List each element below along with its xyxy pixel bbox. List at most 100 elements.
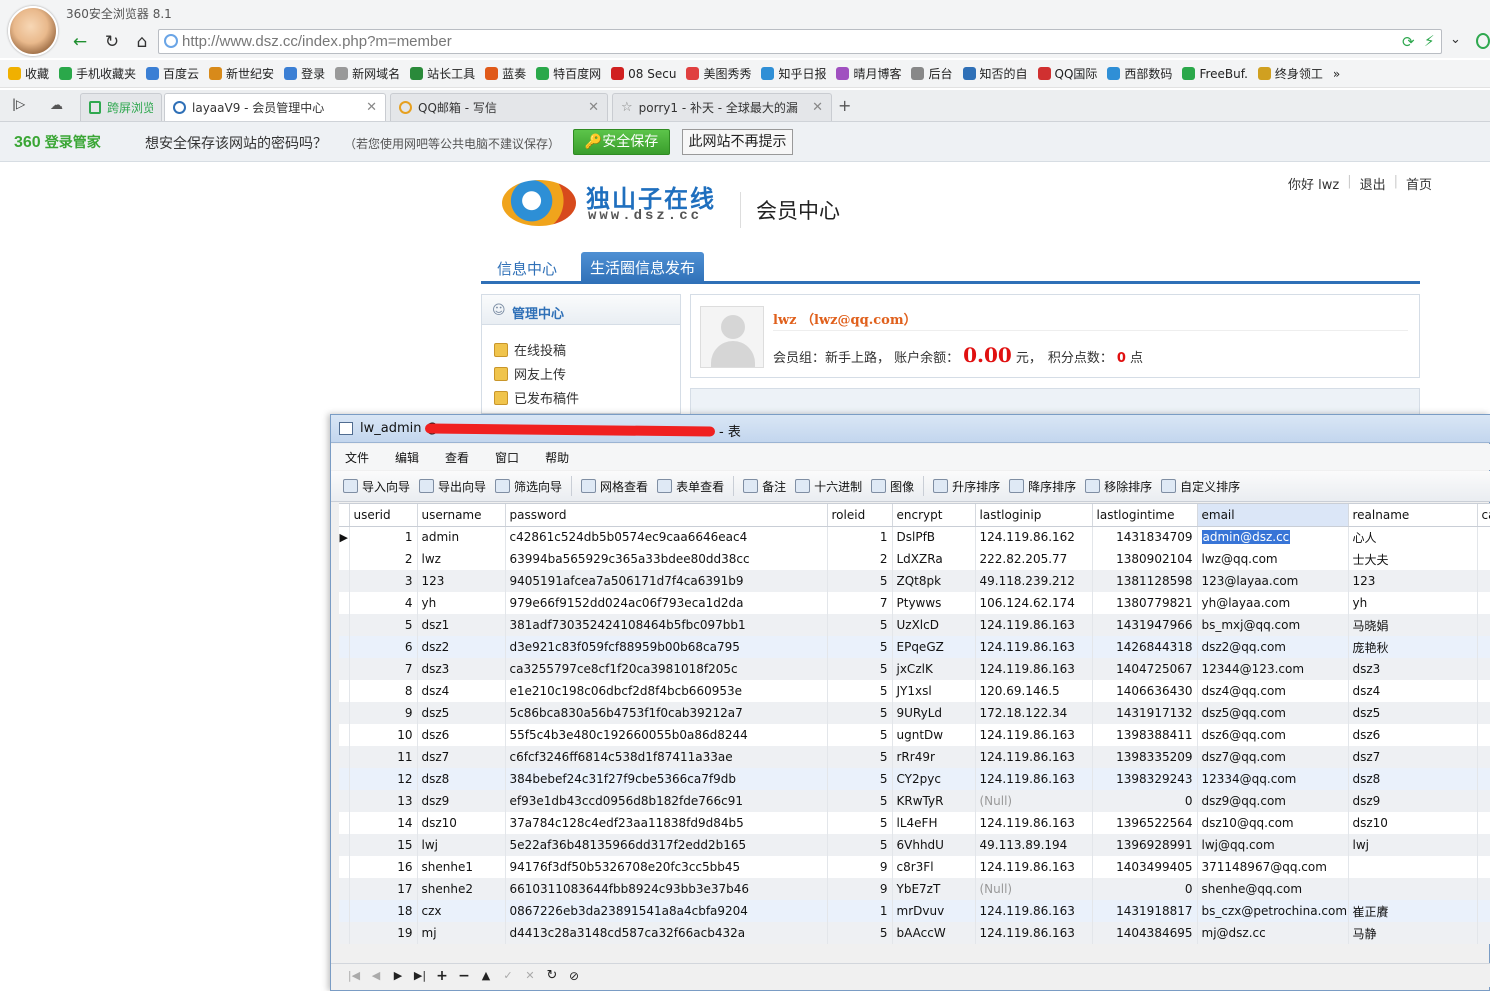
- cell-realname[interactable]: 心人: [1348, 526, 1478, 548]
- add-record-icon[interactable]: +: [431, 968, 453, 984]
- cell-roleid[interactable]: 7: [827, 592, 893, 614]
- cell-userid[interactable]: 16: [349, 856, 418, 878]
- cell-ca[interactable]: [1477, 614, 1490, 636]
- cell-roleid[interactable]: 5: [827, 658, 893, 680]
- cell-roleid[interactable]: 5: [827, 570, 893, 592]
- cell-lastloginip[interactable]: (Null): [975, 790, 1093, 812]
- cell-userid[interactable]: 14: [349, 812, 418, 834]
- toolbar-button[interactable]: 升序排序: [933, 478, 1000, 495]
- cell-userid[interactable]: 12: [349, 768, 418, 790]
- cell-lastlogintime[interactable]: 1398329243: [1092, 768, 1198, 790]
- cell-ca[interactable]: [1477, 570, 1490, 592]
- bookmark-item[interactable]: 知否的自: [962, 65, 1028, 82]
- tab-life-publish[interactable]: 生活圈信息发布: [581, 252, 704, 284]
- delete-record-icon[interactable]: −: [453, 968, 475, 984]
- tab-member-center[interactable]: layaaV9 - 会员管理中心 ✕: [164, 93, 386, 121]
- cell-username[interactable]: dsz9: [417, 790, 506, 812]
- move-up-icon[interactable]: ▲: [475, 969, 497, 982]
- cell-username[interactable]: yh: [417, 592, 506, 614]
- cell-email[interactable]: dsz9@qq.com: [1197, 790, 1349, 812]
- cell-realname[interactable]: 马静: [1348, 922, 1478, 944]
- cell-userid[interactable]: 4: [349, 592, 418, 614]
- menu-item[interactable]: 查看: [445, 449, 469, 466]
- cell-email[interactable]: dsz5@qq.com: [1197, 702, 1349, 724]
- cell-email[interactable]: 12334@qq.com: [1197, 768, 1349, 790]
- close-icon[interactable]: ✕: [812, 100, 823, 115]
- next-record-icon[interactable]: ▶: [387, 969, 409, 982]
- cell-username[interactable]: lwz: [417, 548, 506, 570]
- toolbar-button[interactable]: 网格查看: [581, 478, 648, 495]
- cell-userid[interactable]: 13: [349, 790, 418, 812]
- cell-encrypt[interactable]: CY2pyc: [892, 768, 976, 790]
- toolbar-button[interactable]: 降序排序: [1009, 478, 1076, 495]
- cell-username[interactable]: admin: [417, 526, 506, 548]
- cell-encrypt[interactable]: c8r3Fl: [892, 856, 976, 878]
- cell-username[interactable]: dsz2: [417, 636, 506, 658]
- cell-userid[interactable]: 6: [349, 636, 418, 658]
- tab-info-center[interactable]: 信息中心: [497, 258, 557, 279]
- table-row[interactable]: 10 dsz6 55f5c4b3e480c192660055b0a86d8244 5 u…: [339, 724, 1490, 746]
- safe-save-button[interactable]: 🔑安全保存: [573, 129, 670, 155]
- cell-lastlogintime[interactable]: 1403499405: [1092, 856, 1198, 878]
- table-row[interactable]: 13 dsz9 ef93e1db43ccd0956d8b182fde766c91 5 K…: [339, 790, 1490, 812]
- cell-realname[interactable]: dsz5: [1348, 702, 1478, 724]
- cell-roleid[interactable]: 5: [827, 746, 893, 768]
- cancel-icon[interactable]: ✕: [519, 969, 541, 982]
- column-header[interactable]: roleid: [827, 504, 893, 527]
- cell-lastloginip[interactable]: 222.82.205.77: [975, 548, 1093, 570]
- cell-encrypt[interactable]: lL4eFH: [892, 812, 976, 834]
- bookmark-item[interactable]: 新世纪安: [209, 65, 274, 82]
- sidebar-item-submit[interactable]: 在线投稿: [494, 340, 566, 359]
- cell-encrypt[interactable]: JY1xsl: [892, 680, 976, 702]
- toolbar-button[interactable]: 十六进制: [795, 478, 862, 495]
- table-row[interactable]: 5 dsz1 381adf730352424108464b5fbc097bb1 5 Uz…: [339, 614, 1490, 636]
- home-link[interactable]: 首页: [1406, 174, 1432, 193]
- cell-lastlogintime[interactable]: 1380779821: [1092, 592, 1198, 614]
- sidebar-item-published[interactable]: 已发布稿件: [494, 388, 579, 407]
- bookmark-item[interactable]: 收藏: [8, 65, 49, 82]
- cell-ca[interactable]: [1477, 548, 1490, 570]
- table-row[interactable]: 6 dsz2 d3e921c83f059fcf88959b00b68ca795 5 EP…: [339, 636, 1490, 658]
- cell-email[interactable]: 371148967@qq.com: [1197, 856, 1349, 878]
- cell-username[interactable]: dsz5: [417, 702, 506, 724]
- column-header[interactable]: email: [1197, 504, 1349, 527]
- cell-realname[interactable]: 士大夫: [1348, 548, 1478, 570]
- cell-roleid[interactable]: 5: [827, 680, 893, 702]
- bookmark-item[interactable]: 特百度网: [536, 65, 601, 82]
- cell-username[interactable]: dsz4: [417, 680, 506, 702]
- cell-encrypt[interactable]: rRr49r: [892, 746, 976, 768]
- cell-lastlogintime[interactable]: 1406636430: [1092, 680, 1198, 702]
- cell-lastloginip[interactable]: 124.119.86.163: [975, 922, 1093, 944]
- cell-lastloginip[interactable]: (Null): [975, 878, 1093, 900]
- cell-username[interactable]: shenhe2: [417, 878, 506, 900]
- table-row[interactable]: 19 mj d4413c28a3148cd587ca32f66acb432a 5 bAA…: [339, 922, 1490, 944]
- cell-email[interactable]: dsz4@qq.com: [1197, 680, 1349, 702]
- cell-roleid[interactable]: 5: [827, 922, 893, 944]
- cell-encrypt[interactable]: EPqeGZ: [892, 636, 976, 658]
- tab-butian[interactable]: ☆ porry1 - 补天 - 全球最大的漏 ✕: [612, 93, 832, 121]
- cell-ca[interactable]: [1477, 658, 1490, 680]
- cell-ca[interactable]: [1477, 526, 1490, 548]
- cell-userid[interactable]: 11: [349, 746, 418, 768]
- cell-lastloginip[interactable]: 124.119.86.163: [975, 636, 1093, 658]
- cell-encrypt[interactable]: LdXZRa: [892, 548, 976, 570]
- toolbar-button[interactable]: 表单查看: [657, 478, 724, 495]
- lightning-icon[interactable]: ⚡: [1424, 32, 1435, 50]
- toolbar-button[interactable]: 自定义排序: [1161, 478, 1240, 495]
- cell-lastloginip[interactable]: 124.119.86.163: [975, 724, 1093, 746]
- cell-password[interactable]: 5c86bca830a56b4753f1f0cab39212a7: [505, 702, 828, 724]
- cell-lastloginip[interactable]: 124.119.86.163: [975, 856, 1093, 878]
- bookmark-item[interactable]: 新网域名: [335, 65, 400, 82]
- cell-userid[interactable]: 8: [349, 680, 418, 702]
- cell-email[interactable]: 12344@123.com: [1197, 658, 1349, 680]
- bookmark-item[interactable]: 百度云: [146, 65, 199, 82]
- browser-logo-icon[interactable]: [1476, 33, 1490, 49]
- refresh-icon[interactable]: ↻: [541, 968, 563, 983]
- cell-lastloginip[interactable]: 124.119.86.163: [975, 658, 1093, 680]
- menu-item[interactable]: 编辑: [395, 449, 419, 466]
- cell-email[interactable]: mj@dsz.cc: [1197, 922, 1349, 944]
- cell-email[interactable]: dsz2@qq.com: [1197, 636, 1349, 658]
- cell-encrypt[interactable]: Ptywws: [892, 592, 976, 614]
- cell-encrypt[interactable]: ZQt8pk: [892, 570, 976, 592]
- column-header[interactable]: lastloginip: [975, 504, 1093, 527]
